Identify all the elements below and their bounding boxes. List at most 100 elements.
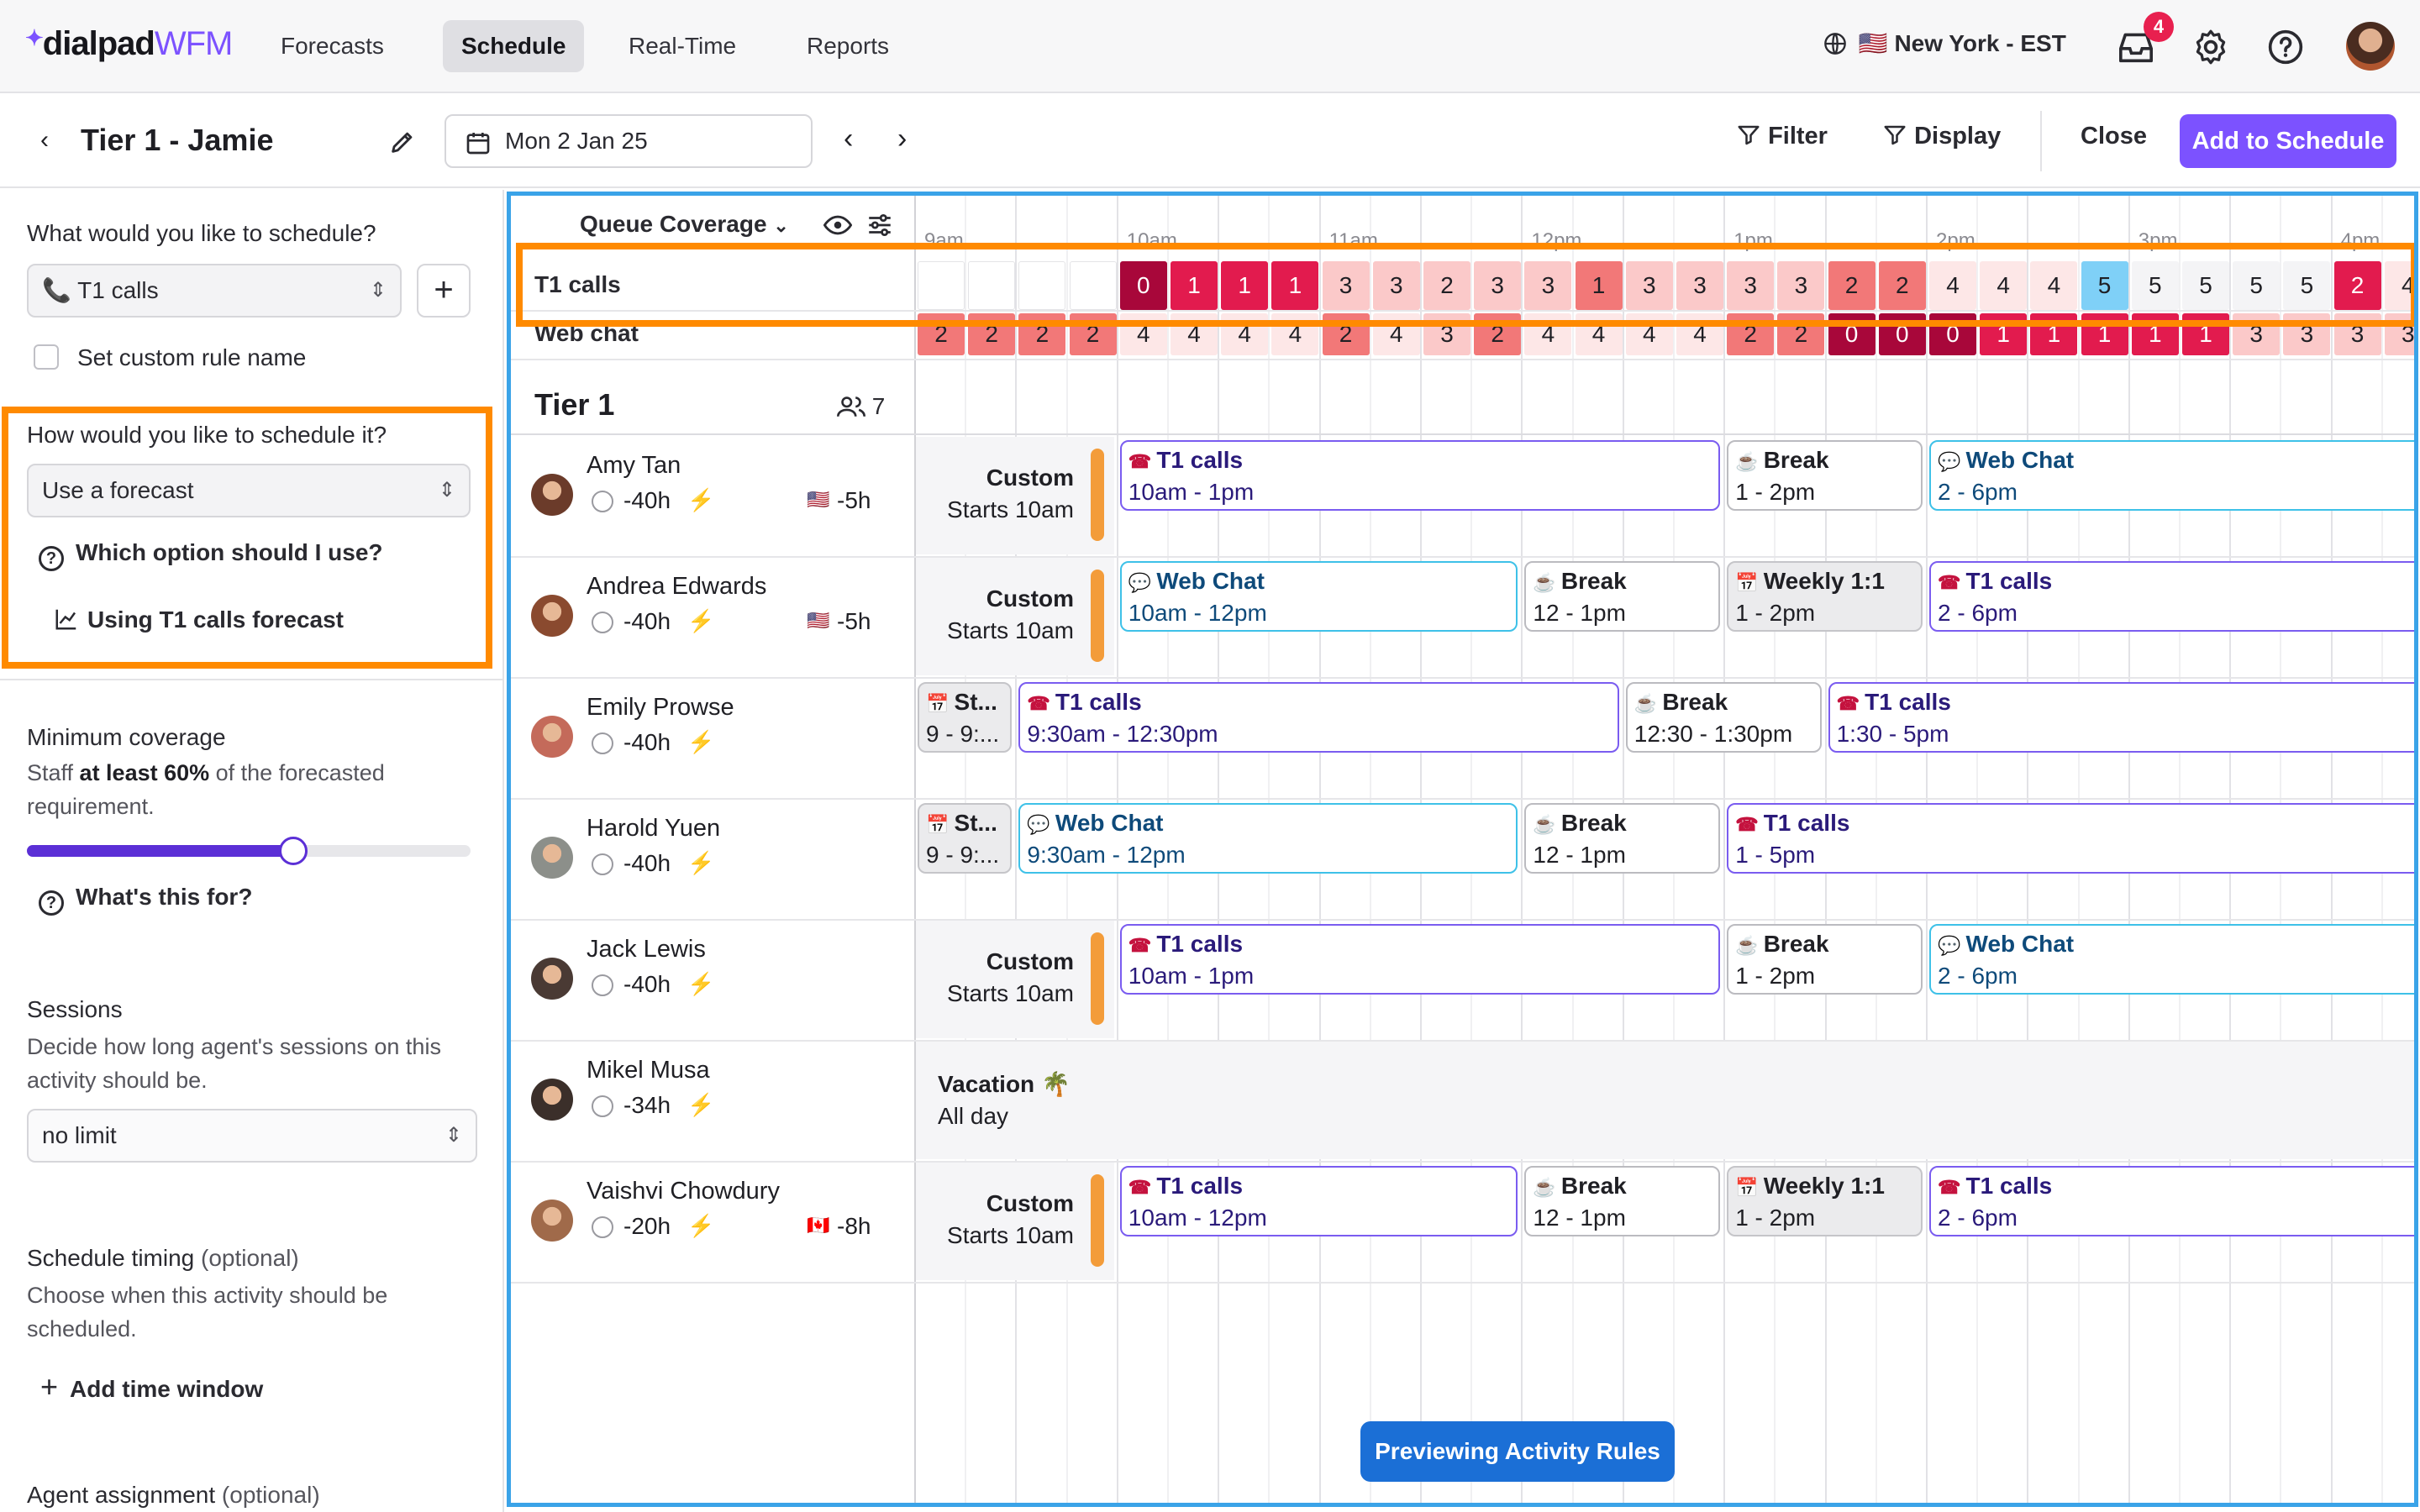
min-coverage-title: Minimum coverage	[27, 724, 226, 750]
using-forecast-link[interactable]: Using T1 calls forecast	[54, 606, 344, 633]
agent-name: Harold Yuen	[587, 815, 721, 842]
settings-button[interactable]	[2189, 25, 2233, 69]
help-button[interactable]	[2264, 25, 2307, 69]
calendar-icon: 📅	[1735, 1177, 1764, 1198]
preview-activity-rules-button[interactable]: Previewing Activity Rules	[1360, 1421, 1675, 1482]
custom-shift-label: Custom Starts 10am	[923, 583, 1074, 647]
custom-shift-label: Custom Starts 10am	[923, 1188, 1074, 1252]
activity-block[interactable]: 💬 Web Chat 2 - 6pm	[1929, 924, 2414, 995]
custom-shift-bar	[1091, 570, 1104, 662]
prev-day-chevron-icon[interactable]: ‹	[844, 123, 853, 155]
sessions-title: Sessions	[27, 996, 123, 1022]
activity-block[interactable]: 💬 Web Chat 2 - 6pm	[1929, 440, 2414, 511]
timezone-selector[interactable]: 🇺🇸 New York - EST	[1823, 29, 2066, 57]
team-title: Tier 1	[534, 387, 615, 422]
sessions-select[interactable]: no limit ⇕	[27, 1109, 477, 1163]
nav-forecasts[interactable]: Forecasts	[262, 20, 402, 72]
agent-hours: -40h	[623, 850, 671, 876]
calendar-icon: 📅	[926, 814, 955, 835]
add-to-schedule-button[interactable]: Add to Schedule	[2180, 114, 2396, 168]
activity-block[interactable]: ☕ Break 1 - 2pm	[1727, 924, 1923, 995]
nav-schedule[interactable]: Schedule	[443, 20, 585, 72]
date-picker[interactable]: Mon 2 Jan 25	[445, 114, 813, 168]
phone-icon: ☎	[1128, 1177, 1157, 1198]
whats-this-help[interactable]: ? What's this for?	[39, 884, 252, 916]
page-toolbar: ‹ Tier 1 - Jamie Mon 2 Jan 25 ‹ › Filter…	[0, 94, 2420, 188]
activity-block[interactable]: ☎ T1 calls 1:30 - 5pm	[1828, 682, 2414, 753]
activity-time: 10am - 12pm	[1128, 600, 1267, 626]
coverage-slider-track[interactable]	[27, 837, 471, 865]
activity-title: Break	[1560, 1173, 1627, 1199]
activity-block[interactable]: ☕ Break 12:30 - 1:30pm	[1625, 682, 1822, 753]
method-select[interactable]: Use a forecast ⇕	[27, 464, 471, 517]
activity-block[interactable]: ☕ Break 12 - 1pm	[1524, 803, 1721, 874]
activity-block[interactable]: ☎ T1 calls 10am - 1pm	[1119, 440, 1721, 511]
activity-block[interactable]: ☎ T1 calls 10am - 12pm	[1119, 1166, 1518, 1236]
adjust-button[interactable]	[865, 211, 894, 244]
activity-title: Web Chat	[1055, 810, 1164, 836]
nav-reports[interactable]: Reports	[788, 20, 908, 72]
chevron-updown-icon: ⇕	[369, 279, 387, 302]
timing-title: Schedule timing (optional)	[27, 1245, 299, 1271]
close-button[interactable]: Close	[2081, 123, 2147, 150]
activity-block[interactable]: ☎ T1 calls 2 - 6pm	[1929, 1166, 2414, 1236]
activity-block[interactable]: 📅 St... 9 - 9:...	[918, 682, 1013, 753]
activity-block[interactable]: ☕ Break 12 - 1pm	[1524, 1166, 1721, 1236]
activity-block[interactable]: ☕ Break 1 - 2pm	[1727, 440, 1923, 511]
custom-shift-bar	[1091, 449, 1104, 541]
add-time-window-label: Add time window	[70, 1376, 264, 1402]
display-button[interactable]: Display	[1882, 123, 2001, 150]
which-option-help[interactable]: ? Which option should I use?	[39, 539, 383, 571]
custom-shift-label: Custom Starts 10am	[923, 946, 1074, 1010]
activity-time: 12 - 1pm	[1533, 600, 1626, 626]
activity-title: T1 calls	[1965, 568, 2053, 594]
activity-time: 1 - 2pm	[1735, 479, 1816, 505]
activity-time: 1 - 5pm	[1735, 842, 1816, 868]
agent-avatar	[531, 837, 573, 879]
activity-title: T1 calls	[1156, 931, 1244, 957]
activity-block[interactable]: 💬 Web Chat 10am - 12pm	[1119, 561, 1518, 632]
activity-select[interactable]: 📞 T1 calls ⇕	[27, 264, 402, 318]
app-logo[interactable]: ✦dialpadWFM	[25, 25, 233, 63]
custom-rule-checkbox[interactable]	[34, 344, 59, 370]
add-time-window-button[interactable]: + Add time window	[40, 1369, 263, 1404]
agent-offset: -5h	[837, 608, 871, 634]
divider	[511, 1161, 2414, 1163]
activity-block[interactable]: 📅 St... 9 - 9:...	[918, 803, 1013, 874]
vacation-title: Vacation 🌴	[938, 1071, 1071, 1097]
magic-wand-icon: ⚡	[687, 1092, 715, 1117]
custom-shift-bar	[1091, 1174, 1104, 1267]
phone-icon: ☎	[1128, 935, 1157, 956]
user-avatar[interactable]	[2346, 22, 2395, 71]
agent-offset: -5h	[837, 487, 871, 513]
edit-pencil-icon[interactable]	[388, 128, 417, 160]
agent-flag: 🇺🇸	[807, 489, 830, 510]
activity-block[interactable]: 📅 Weekly 1:1 1 - 2pm	[1727, 1166, 1923, 1236]
activity-block[interactable]: ☎ T1 calls 1 - 5pm	[1727, 803, 2414, 874]
coverage-slider-handle[interactable]	[278, 837, 308, 865]
phone-icon: ☎	[1836, 693, 1865, 714]
phone-icon: ☎	[1938, 572, 1966, 593]
activity-block[interactable]: 💬 Web Chat 9:30am - 12pm	[1018, 803, 1518, 874]
queue-coverage-dropdown[interactable]: Queue Coverage ⌄	[580, 211, 789, 238]
back-chevron-icon[interactable]: ‹	[40, 126, 49, 155]
activity-block[interactable]: 📅 Weekly 1:1 1 - 2pm	[1727, 561, 1923, 632]
filter-button[interactable]: Filter	[1736, 123, 1828, 150]
agent-name: Andrea Edwards	[587, 573, 767, 600]
activity-block[interactable]: ☕ Break 12 - 1pm	[1524, 561, 1721, 632]
nav-real-time[interactable]: Real-Time	[610, 20, 755, 72]
visibility-button[interactable]	[823, 213, 853, 242]
coffee-icon: ☕	[1533, 814, 1561, 835]
question-icon: ?	[39, 546, 64, 571]
activity-title: T1 calls	[1156, 447, 1244, 473]
agent-hours: -40h	[623, 971, 671, 997]
next-day-chevron-icon[interactable]: ›	[897, 123, 907, 155]
status-circle-icon	[592, 974, 613, 996]
activity-block[interactable]: ☎ T1 calls 9:30am - 12:30pm	[1018, 682, 1619, 753]
add-activity-button[interactable]: +	[417, 264, 471, 318]
activity-block[interactable]: ☎ T1 calls 2 - 6pm	[1929, 561, 2414, 632]
agent-hours: -34h	[623, 1092, 671, 1118]
activity-block[interactable]: ☎ T1 calls 10am - 1pm	[1119, 924, 1721, 995]
phone-icon: ☎	[1735, 814, 1764, 835]
agent-avatar	[531, 716, 573, 758]
